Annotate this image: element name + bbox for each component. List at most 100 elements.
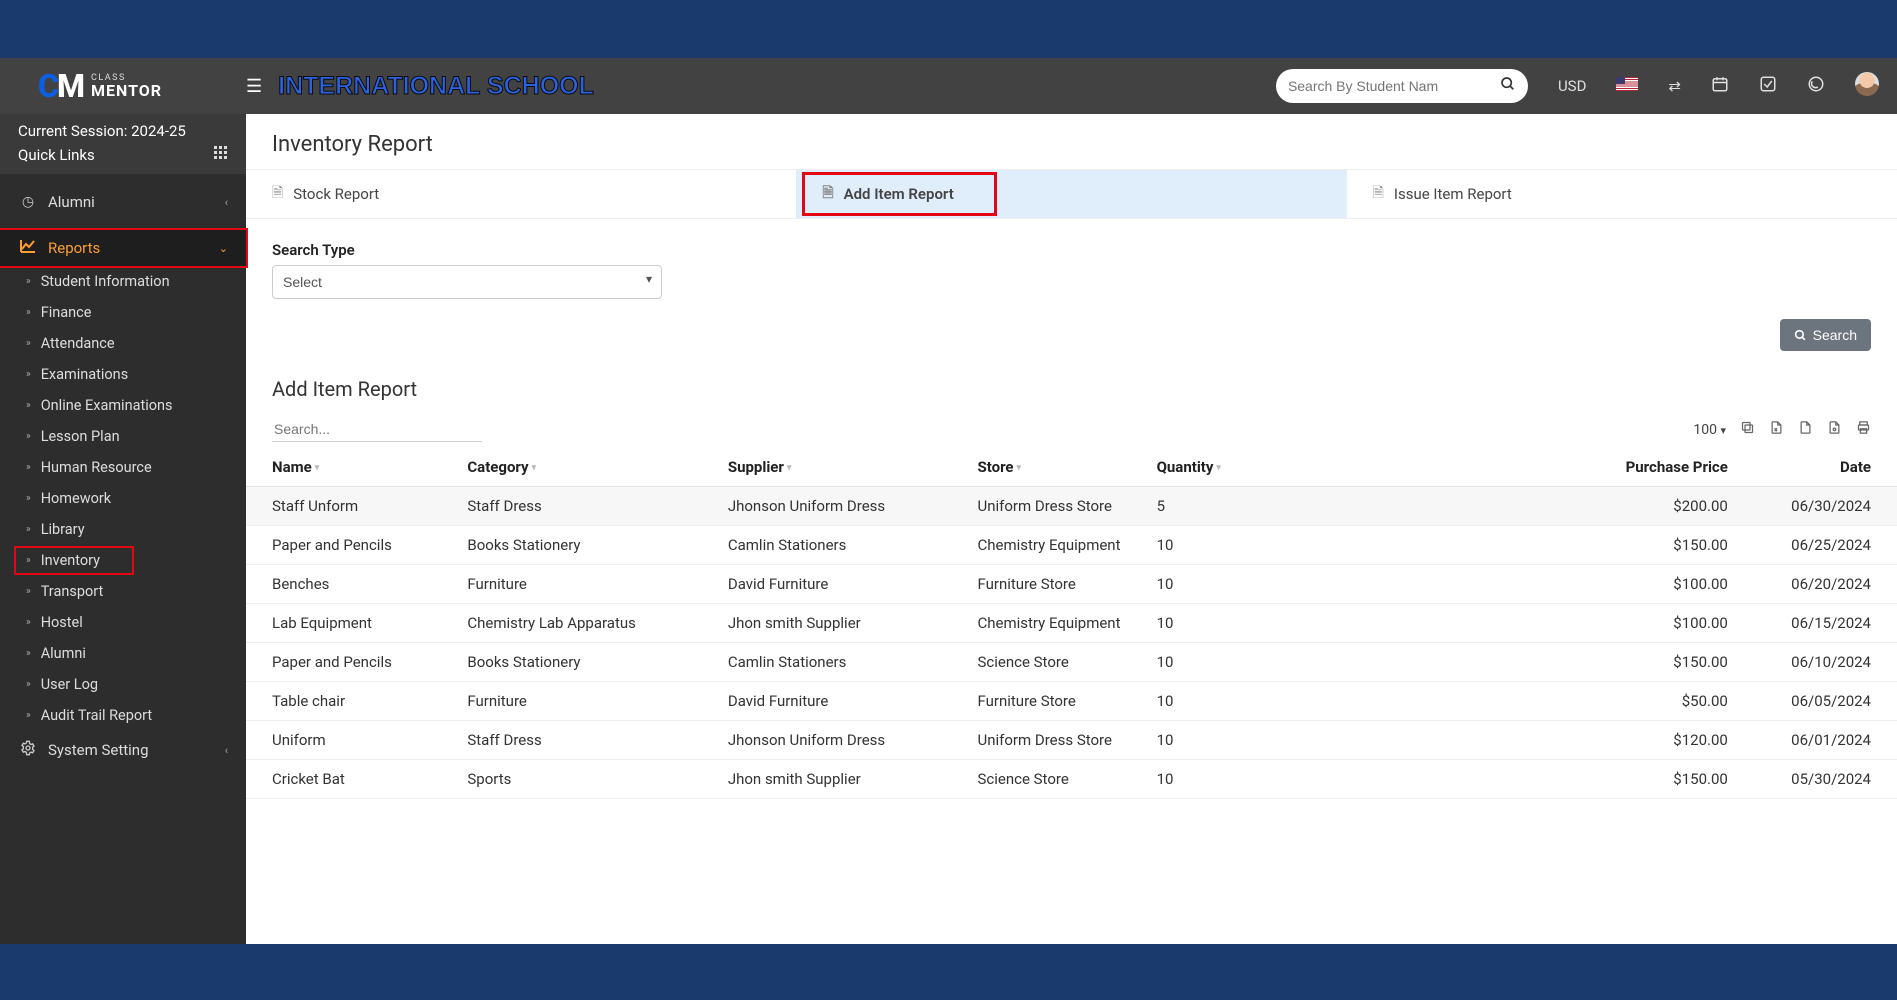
- report-table: Name▾ Category▾ Supplier▾ Store▾ Quantit…: [246, 448, 1897, 799]
- sub-homework[interactable]: »Homework: [0, 483, 246, 514]
- student-search[interactable]: [1276, 69, 1528, 103]
- tab-issue-item-report[interactable]: 🗎 Issue Item Report: [1347, 170, 1897, 218]
- calendar-icon[interactable]: [1711, 75, 1729, 97]
- cell-date: 06/01/2024: [1754, 721, 1897, 760]
- profile-avatar[interactable]: [1855, 72, 1879, 100]
- col-date[interactable]: Date: [1754, 448, 1897, 487]
- currency-label[interactable]: USD: [1558, 77, 1586, 95]
- sub-alumni[interactable]: »Alumni: [0, 638, 246, 669]
- sub-audit-trail[interactable]: »Audit Trail Report: [0, 700, 246, 731]
- search-icon[interactable]: [1500, 76, 1516, 96]
- cell-quantity: 5: [1131, 487, 1587, 526]
- search-type-select[interactable]: Select: [272, 265, 662, 299]
- language-flag[interactable]: [1616, 77, 1638, 95]
- col-name[interactable]: Name▾: [246, 448, 441, 487]
- cell-quantity: 10: [1131, 565, 1587, 604]
- cell-supplier: Jhonson Uniform Dress: [702, 487, 952, 526]
- table-search-input[interactable]: [272, 417, 482, 442]
- highlight-box: [802, 172, 996, 216]
- sub-examinations[interactable]: » Examinations: [0, 359, 246, 390]
- page-size-select[interactable]: 100 ▾: [1693, 422, 1726, 438]
- chevron-double-icon: »: [26, 710, 31, 721]
- print-icon[interactable]: [1856, 420, 1871, 439]
- cell-price: $50.00: [1586, 682, 1753, 721]
- sub-library[interactable]: »Library: [0, 514, 246, 545]
- sub-student-information[interactable]: »Student Information: [0, 266, 246, 297]
- chevron-double-icon: »: [26, 369, 31, 380]
- gear-icon: [18, 740, 38, 760]
- sidebar-item-label: Reports: [48, 239, 100, 257]
- sidebar-item-label: Alumni: [48, 193, 95, 211]
- sub-online-examinations[interactable]: »Online Examinations: [0, 390, 246, 421]
- sub-attendance[interactable]: »Attendance: [0, 328, 246, 359]
- cell-price: $100.00: [1586, 565, 1753, 604]
- col-quantity[interactable]: Quantity▾: [1131, 448, 1587, 487]
- table-row: Lab EquipmentChemistry Lab ApparatusJhon…: [246, 604, 1897, 643]
- col-category[interactable]: Category▾: [441, 448, 701, 487]
- document-icon: 🗎: [1373, 182, 1384, 206]
- sub-lesson-plan[interactable]: »Lesson Plan: [0, 421, 246, 452]
- sub-label: Lesson Plan: [41, 428, 120, 445]
- cell-quantity: 10: [1131, 682, 1587, 721]
- table-toolbar: 100 ▾: [246, 413, 1897, 448]
- sub-finance[interactable]: »Finance: [0, 297, 246, 328]
- quick-links-grid-icon[interactable]: [214, 146, 228, 164]
- flag-icon: [1616, 77, 1638, 91]
- pdf-icon[interactable]: [1827, 420, 1842, 439]
- col-store[interactable]: Store▾: [951, 448, 1130, 487]
- cell-date: 05/30/2024: [1754, 760, 1897, 799]
- table-row: Staff UnformStaff DressJhonson Uniform D…: [246, 487, 1897, 526]
- sub-user-log[interactable]: »User Log: [0, 669, 246, 700]
- chevron-double-icon: »: [26, 524, 31, 535]
- sub-label: Attendance: [41, 335, 115, 352]
- sub-human-resource[interactable]: »Human Resource: [0, 452, 246, 483]
- logo-mark: CM: [38, 67, 83, 105]
- col-label: Category: [467, 458, 528, 476]
- search-icon: [1794, 329, 1807, 342]
- cell-price: $150.00: [1586, 643, 1753, 682]
- cell-supplier: Camlin Stationers: [702, 643, 952, 682]
- search-button[interactable]: Search: [1780, 319, 1871, 351]
- cell-store: Uniform Dress Store: [951, 721, 1130, 760]
- cell-category: Sports: [441, 760, 701, 799]
- sidebar-item-system-setting[interactable]: System Setting ‹: [0, 731, 246, 769]
- swap-icon[interactable]: ⇄: [1668, 77, 1681, 95]
- cell-store: Furniture Store: [951, 682, 1130, 721]
- tab-add-item-report[interactable]: 🗎 Add Item Report: [796, 170, 1346, 218]
- csv-icon[interactable]: [1798, 420, 1813, 439]
- cell-quantity: 10: [1131, 604, 1587, 643]
- document-icon: 🗎: [272, 182, 283, 206]
- sidebar-item-reports[interactable]: Reports ⌄: [0, 230, 246, 266]
- cell-category: Furniture: [441, 682, 701, 721]
- quick-links-label[interactable]: Quick Links: [18, 146, 95, 164]
- tab-label: Issue Item Report: [1394, 185, 1512, 203]
- cell-price: $100.00: [1586, 604, 1753, 643]
- cell-quantity: 10: [1131, 643, 1587, 682]
- task-check-icon[interactable]: [1759, 75, 1777, 97]
- sub-label: Examinations: [41, 366, 129, 383]
- sidebar-item-alumni[interactable]: ◷ Alumni ‹: [0, 184, 246, 220]
- col-price[interactable]: Purchase Price: [1586, 448, 1753, 487]
- student-search-input[interactable]: [1288, 78, 1500, 94]
- table-row: Cricket BatSportsJhon smith SupplierScie…: [246, 760, 1897, 799]
- cell-store: Furniture Store: [951, 565, 1130, 604]
- whatsapp-icon[interactable]: [1807, 75, 1825, 97]
- tab-stock-report[interactable]: 🗎 Stock Report: [246, 170, 796, 218]
- top-band: [0, 0, 1897, 58]
- cell-date: 06/05/2024: [1754, 682, 1897, 721]
- copy-icon[interactable]: [1740, 420, 1755, 439]
- sub-inventory[interactable]: »Inventory: [0, 545, 246, 576]
- cell-category: Books Stationery: [441, 643, 701, 682]
- menu-toggle-icon[interactable]: ☰: [246, 76, 262, 97]
- chevron-double-icon: »: [26, 617, 31, 628]
- chevron-double-icon: »: [26, 400, 31, 411]
- cell-name: Uniform: [246, 721, 441, 760]
- col-supplier[interactable]: Supplier▾: [702, 448, 952, 487]
- cell-category: Chemistry Lab Apparatus: [441, 604, 701, 643]
- excel-icon[interactable]: [1769, 420, 1784, 439]
- sort-icon: ▾: [1216, 463, 1221, 473]
- sub-hostel[interactable]: » Hostel: [0, 607, 246, 638]
- sub-transport[interactable]: »Transport: [0, 576, 246, 607]
- col-label: Store: [977, 458, 1013, 476]
- sub-label: Hostel: [41, 614, 83, 631]
